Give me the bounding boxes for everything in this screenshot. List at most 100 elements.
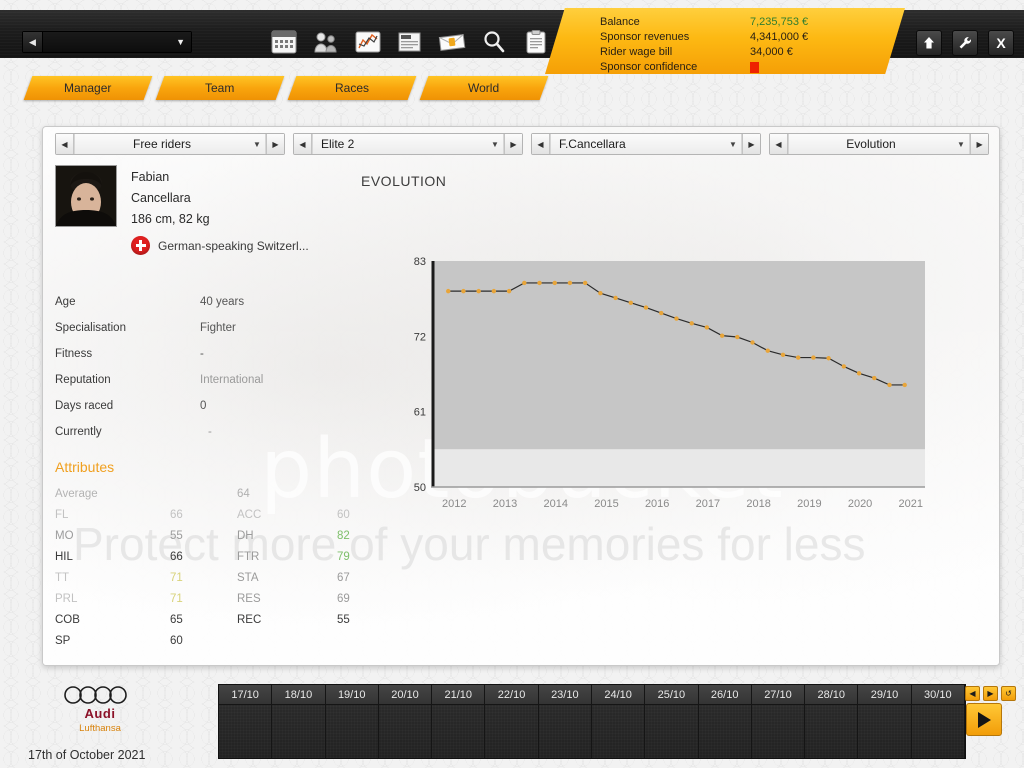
home-button[interactable]: [916, 30, 942, 56]
chart-x-tick-label: 2018: [746, 498, 770, 510]
rider-selector-next-icon[interactable]: ▶: [741, 134, 760, 154]
calendar-day-cell[interactable]: 18/10: [272, 685, 326, 758]
calendar-day-cell[interactable]: 17/10: [219, 685, 273, 758]
calendar-day-label: 20/10: [378, 685, 432, 705]
chart-data-point: [613, 295, 618, 301]
calendar-reset-button[interactable]: ↺: [1001, 686, 1016, 701]
view-selector-dropdown[interactable]: ◀ Evolution ▼ ▶: [768, 133, 990, 155]
staff-icon[interactable]: [312, 28, 340, 56]
roster-filter-value: Free riders: [132, 137, 191, 151]
specialisation-value: Fighter: [200, 322, 236, 334]
rider-first-name: Fabian: [131, 170, 170, 184]
calendar-reset-icon: ↺: [1005, 689, 1012, 698]
calendar-prev-button[interactable]: ◀: [965, 686, 980, 701]
attr-value-fl: 66: [170, 508, 183, 521]
chart-x-tick-label: 2014: [544, 498, 568, 510]
news-icon[interactable]: [396, 28, 424, 56]
rider-selector-field[interactable]: F.Cancellara ▼: [549, 134, 742, 154]
chart-data-point: [628, 300, 634, 305]
attributes-table: Average 64 FL 66 ACC 60 MO 55 DH 82 HIL …: [55, 483, 385, 651]
rider-selector-prev-icon[interactable]: ◀: [531, 134, 550, 154]
chart-x-tick-label: 2019: [797, 498, 821, 510]
attribute-row-average: Average 64: [55, 483, 385, 504]
close-icon: X: [996, 35, 1006, 51]
chart-x-tick-label: 2017: [696, 498, 720, 510]
tab-team[interactable]: Team: [155, 76, 285, 100]
calendar-day-cell[interactable]: 20/10: [378, 685, 433, 758]
calendar-day-cell[interactable]: 28/10: [805, 685, 859, 758]
fitness-label: Fitness: [55, 348, 93, 360]
chart-data-point: [506, 288, 512, 294]
calendar-day-cell[interactable]: 24/10: [591, 685, 646, 758]
top-dropdown-field[interactable]: ▼: [43, 32, 191, 52]
view-selector-next-icon[interactable]: ▶: [970, 134, 989, 154]
top-dropdown-prev-icon[interactable]: ◀: [23, 32, 43, 52]
calendar-day-label: 17/10: [219, 685, 272, 705]
rider-selector-dropdown[interactable]: ◀ F.Cancellara ▼ ▶: [530, 133, 761, 155]
chart-icon[interactable]: [354, 28, 382, 56]
division-filter-value: Elite 2: [320, 137, 355, 151]
days-raced-value: 0: [200, 400, 207, 412]
calendar-day-cell[interactable]: 30/10: [911, 685, 965, 758]
attr-value-prl: 71: [170, 592, 183, 605]
attr-key-ftr: FTR: [237, 550, 260, 563]
chart-data-point: [811, 355, 816, 360]
attr-key-tt: TT: [55, 571, 70, 584]
advance-day-button[interactable]: [966, 703, 1002, 736]
toolbar-icon-group: [270, 28, 550, 56]
roster-filter-field[interactable]: Free riders ▼: [74, 134, 266, 154]
rider-selector-value: F.Cancellara: [558, 137, 626, 151]
calendar-day-label: 23/10: [538, 685, 591, 705]
calendar-day-cell[interactable]: 23/10: [538, 685, 592, 758]
calendar-day-label: 30/10: [911, 685, 964, 705]
calendar-day-cell[interactable]: 22/10: [485, 685, 539, 758]
division-filter-next-icon[interactable]: ▶: [503, 134, 522, 154]
days-raced-label: Days raced: [55, 400, 114, 412]
calendar-day-cell[interactable]: 29/10: [858, 685, 912, 758]
clipboard-icon[interactable]: [522, 28, 550, 56]
settings-button[interactable]: [952, 30, 978, 56]
division-filter-prev-icon[interactable]: ◀: [293, 134, 312, 154]
calendar-day-cell[interactable]: 19/10: [325, 685, 379, 758]
calendar-next-button[interactable]: ▶: [983, 686, 998, 701]
attr-key-fl: FL: [55, 508, 69, 521]
calendar-day-cell[interactable]: 25/10: [645, 685, 699, 758]
roster-filter-next-icon[interactable]: ▶: [265, 134, 284, 154]
mail-icon[interactable]: [438, 28, 466, 56]
calendar-day-cell[interactable]: 26/10: [698, 685, 752, 758]
chart-x-tick-label: 2016: [645, 498, 669, 510]
view-selector-field[interactable]: Evolution ▼: [787, 134, 971, 154]
view-selector-prev-icon[interactable]: ◀: [769, 134, 788, 154]
attr-key-mo: MO: [55, 529, 74, 542]
rider-name-block: Fabian Cancellara 186 cm, 82 kg: [131, 167, 210, 230]
chart-data-point: [552, 280, 557, 286]
attr-value-hil: 66: [170, 550, 183, 563]
tab-races[interactable]: Races: [287, 76, 417, 100]
chevron-down-icon: ▼: [253, 139, 261, 149]
attributes-heading: Attributes: [55, 459, 115, 475]
calendar-day-cell[interactable]: 27/10: [751, 685, 806, 758]
tab-manager[interactable]: Manager: [23, 76, 153, 100]
division-filter-dropdown[interactable]: ◀ Elite 2 ▼ ▶: [292, 133, 523, 155]
top-dropdown[interactable]: ◀ ▼: [22, 31, 192, 53]
calendar-day-cell[interactable]: 21/10: [432, 685, 486, 758]
roster-filter-dropdown[interactable]: ◀ Free riders ▼ ▶: [55, 133, 285, 155]
finance-info-panel: Balance 7,235,753 € Sponsor revenues 4,3…: [545, 8, 905, 74]
window-button-group: X: [916, 30, 1014, 56]
view-selector-value: Evolution: [846, 137, 896, 151]
table-row: COB 65 REC 55: [55, 609, 385, 630]
attr-value-acc: 60: [337, 508, 350, 521]
average-label: Average: [55, 487, 98, 500]
rider-portrait: [55, 165, 117, 227]
tab-world[interactable]: World: [419, 76, 549, 100]
attr-key-rec: REC: [237, 613, 262, 626]
chart-data-point: [780, 352, 786, 358]
info-row-days-raced: Days raced 0: [55, 393, 385, 419]
search-icon[interactable]: [480, 28, 508, 56]
close-button[interactable]: X: [988, 30, 1014, 56]
calendar-icon[interactable]: [270, 28, 298, 56]
division-filter-field[interactable]: Elite 2 ▼: [311, 134, 504, 154]
chart-x-tick-label: 2015: [594, 498, 618, 510]
roster-filter-prev-icon[interactable]: ◀: [56, 134, 74, 154]
rider-info-list: Age 40 years Specialisation Fighter Fitn…: [55, 289, 385, 445]
